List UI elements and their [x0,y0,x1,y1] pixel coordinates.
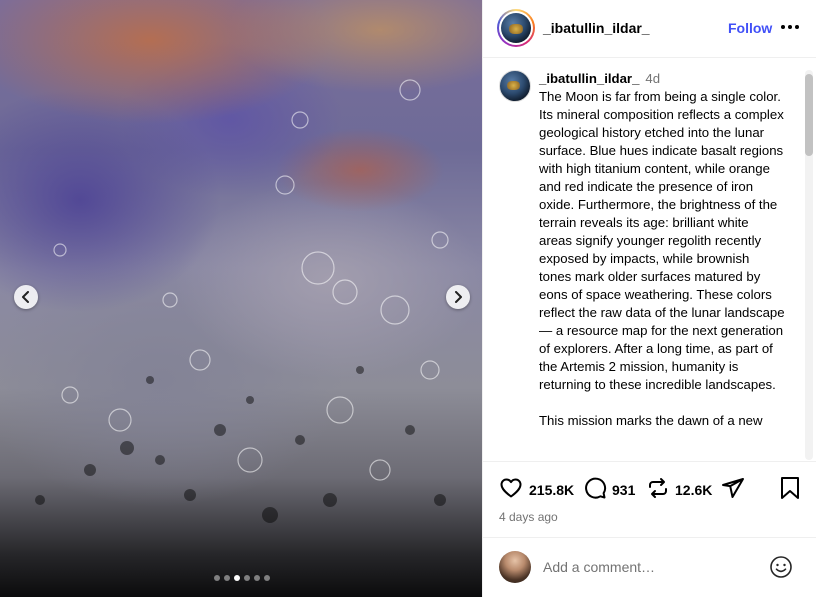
carousel-indicator [214,575,270,581]
carousel-dot [234,575,240,581]
follow-button[interactable]: Follow [728,20,772,36]
comments-scrollbar[interactable] [805,70,813,460]
scrollbar-thumb[interactable] [805,74,813,156]
carousel-next-button[interactable] [446,285,470,309]
carousel-dot [264,575,270,581]
action-bar: 215.8K 931 12.6K [483,462,816,510]
post-sidebar: _ibatullin_ildar_ Follow _ibatullin_ilda… [482,0,816,597]
carousel-dot [214,575,220,581]
carousel-dot [224,575,230,581]
current-user-avatar [499,551,531,583]
caption: _ibatullin_ildar_ 4d The Moon is far from… [539,70,785,430]
caption-age: 4d [645,71,661,86]
more-options-icon[interactable] [781,25,799,29]
carousel-prev-button[interactable] [14,285,38,309]
repost-count[interactable]: 12.6K [675,482,712,498]
comment-bubble-icon[interactable] [583,476,607,500]
comment-count[interactable]: 931 [612,482,635,498]
author-username[interactable]: _ibatullin_ildar_ [543,20,650,36]
carousel-dot [254,575,260,581]
caption-text: The Moon is far from being a single colo… [539,89,785,428]
like-count[interactable]: 215.8K [529,482,574,498]
post-header: _ibatullin_ildar_ Follow [483,0,816,58]
moon-surface-image [35,79,449,523]
carousel-dot [244,575,250,581]
caption-avatar[interactable] [499,70,531,102]
post-timestamp[interactable]: 4 days ago [499,510,558,524]
heart-icon[interactable] [499,476,523,500]
chevron-left-icon [22,291,29,303]
smiley-icon[interactable] [769,555,793,579]
add-comment-bar [483,537,816,597]
chevron-right-icon [455,291,462,303]
repost-icon[interactable] [646,476,670,500]
post-media [0,0,482,597]
bookmark-icon[interactable] [779,476,801,500]
comments-section: _ibatullin_ildar_ 4d The Moon is far from… [483,58,816,462]
caption-username[interactable]: _ibatullin_ildar_ [539,71,639,86]
author-avatar[interactable] [497,9,535,47]
comment-input[interactable] [543,556,753,578]
paper-plane-icon[interactable] [721,476,745,500]
